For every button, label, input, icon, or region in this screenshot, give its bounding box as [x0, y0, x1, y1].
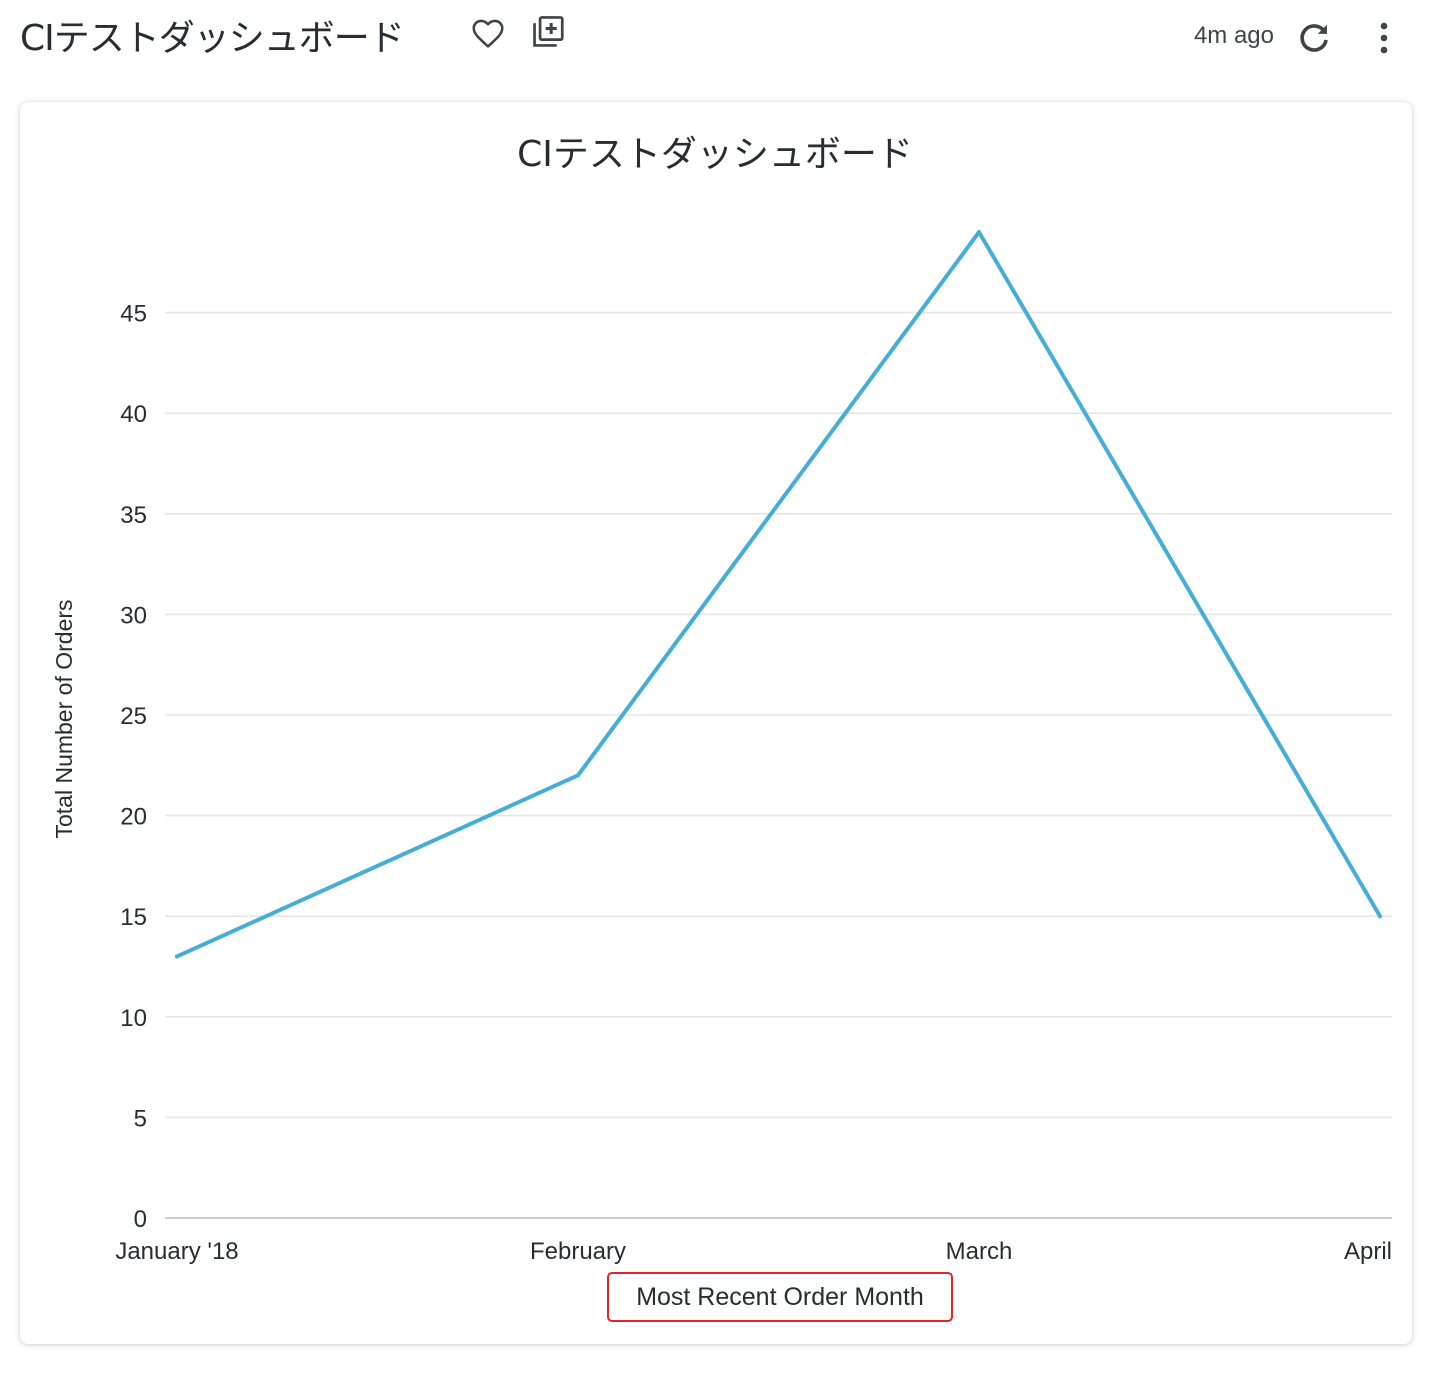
chart-tile: CIテストダッシュボード 0 5 10 15 20 25 30 35 40 45 January … — [20, 102, 1412, 1344]
data-point[interactable] — [1378, 914, 1382, 919]
data-point[interactable] — [576, 773, 580, 778]
x-tick-label: January '18 — [115, 1238, 238, 1265]
more-vert-icon — [1380, 22, 1388, 54]
y-tick-label: 45 — [120, 301, 147, 328]
y-axis-ticks: 0 5 10 15 20 25 30 35 40 45 — [120, 301, 147, 1233]
chart-title: CIテストダッシュボード — [517, 134, 913, 175]
y-tick-label: 35 — [120, 502, 147, 529]
grid-lines — [165, 311, 1392, 1219]
x-tick-label: April — [1344, 1238, 1392, 1265]
reload-icon — [1300, 24, 1328, 52]
copy-dashboard-button[interactable] — [528, 12, 568, 52]
x-tick-label: February — [530, 1238, 626, 1265]
more-options-button[interactable] — [1364, 17, 1404, 59]
x-axis-ticks: January '18 February March April — [115, 1238, 1392, 1265]
last-updated-text: 4m ago — [1193, 22, 1274, 49]
reload-button[interactable] — [1293, 17, 1335, 59]
data-point[interactable] — [977, 230, 981, 235]
heart-outline-icon — [472, 19, 504, 48]
y-tick-label: 15 — [120, 904, 147, 931]
series-layer — [175, 230, 1382, 959]
line-chart: CIテストダッシュボード 0 5 10 15 20 25 30 35 40 45 January … — [51, 134, 1392, 1265]
data-point[interactable] — [175, 954, 179, 959]
y-tick-label: 40 — [120, 401, 147, 428]
series-line[interactable] — [175, 230, 1382, 959]
y-tick-label: 20 — [120, 804, 147, 831]
library-add-icon — [533, 16, 564, 47]
y-tick-label: 10 — [120, 1005, 147, 1032]
dashboard-header: CIテストダッシュボード 4m ago — [0, 0, 1439, 80]
y-tick-label: 30 — [120, 602, 147, 629]
x-axis-label[interactable]: Most Recent Order Month — [607, 1272, 953, 1322]
y-axis-label: Total Number of Orders — [51, 599, 77, 838]
y-tick-label: 5 — [134, 1105, 147, 1132]
y-tick-label: 25 — [120, 703, 147, 730]
favorite-button[interactable] — [468, 14, 508, 54]
x-tick-label: March — [946, 1238, 1013, 1265]
y-tick-label: 0 — [134, 1206, 147, 1233]
dashboard-title: CIテストダッシュボード — [20, 18, 405, 59]
